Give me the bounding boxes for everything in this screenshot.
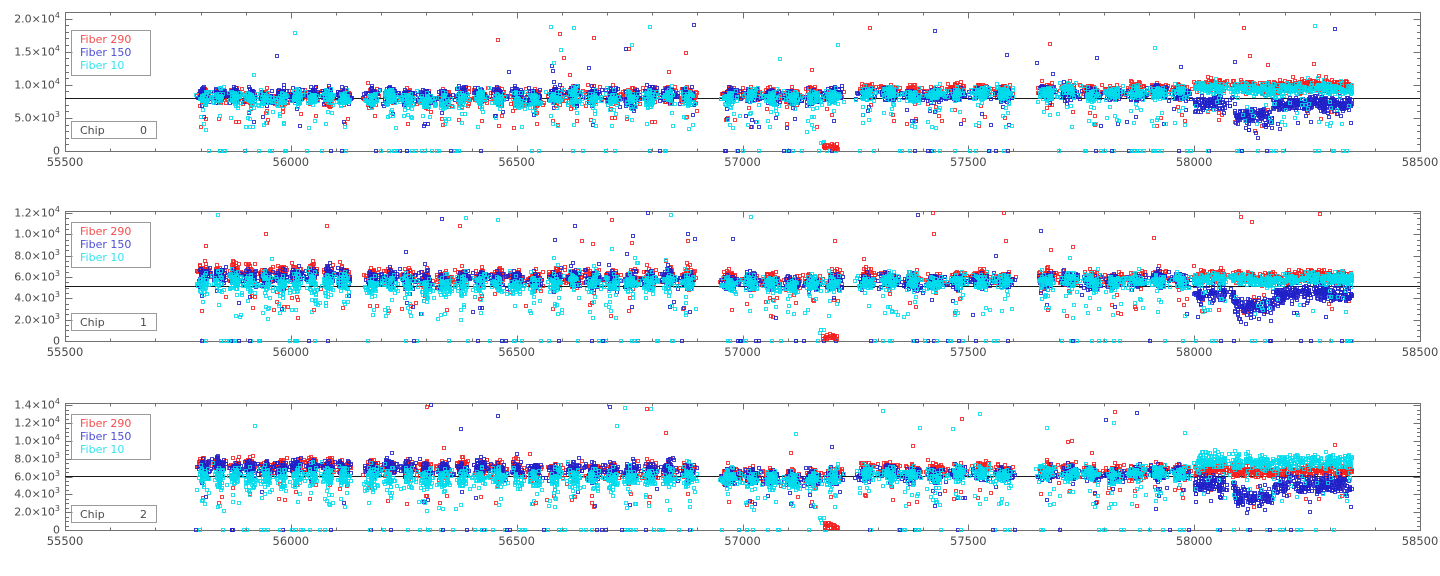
legend-item-fiber-150: Fiber 150 bbox=[80, 238, 150, 251]
chip-0-panel: 0 5.0×103 1.0×104 1.5×104 2.0×104 55500 56000 5… bbox=[0, 0, 1440, 192]
chip-label-box: Chip 2 bbox=[71, 505, 157, 523]
x-tick-label: 57500 bbox=[950, 155, 987, 169]
chip-label: Chip bbox=[80, 508, 105, 521]
y-tick-label: 1.0×104 bbox=[14, 228, 60, 241]
y-tick-label: 1.5×104 bbox=[14, 45, 60, 58]
legend-box: Fiber 290 Fiber 150 Fiber 10 bbox=[71, 222, 151, 268]
chip-label-box: Chip 0 bbox=[71, 121, 157, 139]
y-tick-label: 1.0×104 bbox=[14, 434, 60, 447]
x-tick-label: 55500 bbox=[47, 155, 84, 169]
chip-label-box: Chip 1 bbox=[71, 313, 157, 331]
x-tick-label: 57000 bbox=[724, 345, 761, 359]
y-tick-label: 2.0×103 bbox=[14, 313, 60, 326]
x-tick-label: 58000 bbox=[1176, 534, 1213, 548]
legend-item-fiber-290: Fiber 290 bbox=[80, 33, 150, 46]
x-tick-label: 58000 bbox=[1176, 155, 1213, 169]
legend-item-fiber-10: Fiber 10 bbox=[80, 251, 150, 264]
y-tick-label: 6.0×103 bbox=[14, 470, 60, 483]
x-tick-label: 58500 bbox=[1402, 155, 1439, 169]
x-tick-label: 56500 bbox=[498, 345, 535, 359]
legend-item-fiber-290: Fiber 290 bbox=[80, 417, 150, 430]
y-tick-label: 4.0×103 bbox=[14, 292, 60, 305]
legend-item-fiber-10: Fiber 10 bbox=[80, 443, 150, 456]
x-tick-label: 56000 bbox=[273, 534, 310, 548]
x-tick-label: 58000 bbox=[1176, 345, 1213, 359]
x-tick-label: 56000 bbox=[273, 155, 310, 169]
x-tick-label: 57000 bbox=[724, 155, 761, 169]
chip-1-panel: 02.0×1034.0×1036.0×1038.0×1031.0×1041.2×… bbox=[0, 192, 1440, 384]
y-tick-label: 1.2×104 bbox=[14, 207, 60, 220]
chip-label: Chip bbox=[80, 124, 105, 137]
y-tick-label: 2.0×103 bbox=[14, 506, 60, 519]
x-tick-label: 58500 bbox=[1402, 534, 1439, 548]
y-tick-label: 2.0×104 bbox=[14, 12, 60, 25]
x-tick-label: 58500 bbox=[1402, 345, 1439, 359]
y-tick-label: 1.0×104 bbox=[14, 78, 60, 91]
chip-2-panel: 02.0×1034.0×1036.0×1038.0×1031.0×1041.2×… bbox=[0, 384, 1440, 576]
y-tick-label: 1.4×104 bbox=[14, 399, 60, 412]
x-tick-label: 57500 bbox=[950, 534, 987, 548]
fiber-flux-vs-mjd-figure: 0 5.0×103 1.0×104 1.5×104 2.0×104 55500 56000 5… bbox=[0, 0, 1440, 576]
y-tick-label: 1.2×104 bbox=[14, 417, 60, 430]
x-tick-label: 57000 bbox=[724, 534, 761, 548]
y-tick-label: 8.0×103 bbox=[14, 452, 60, 465]
legend-item-fiber-150: Fiber 150 bbox=[80, 430, 150, 443]
legend-item-fiber-10: Fiber 10 bbox=[80, 59, 150, 72]
chip-number: 2 bbox=[140, 508, 147, 521]
chip-0-scatter-plot bbox=[0, 0, 1440, 192]
y-tick-label: 8.0×103 bbox=[14, 249, 60, 262]
legend-box: Fiber 290 Fiber 150 Fiber 10 bbox=[71, 414, 151, 460]
y-tick-label: 5.0×103 bbox=[14, 111, 60, 124]
y-tick-label: 4.0×103 bbox=[14, 488, 60, 501]
x-tick-label: 57500 bbox=[950, 345, 987, 359]
legend-item-fiber-290: Fiber 290 bbox=[80, 225, 150, 238]
x-tick-label: 55500 bbox=[47, 534, 84, 548]
legend-item-fiber-150: Fiber 150 bbox=[80, 46, 150, 59]
chip-2-scatter-plot bbox=[0, 384, 1440, 576]
legend-box: Fiber 290 Fiber 150 Fiber 10 bbox=[71, 30, 151, 76]
x-tick-label: 55500 bbox=[47, 345, 84, 359]
x-tick-label: 56000 bbox=[273, 345, 310, 359]
chip-label: Chip bbox=[80, 316, 105, 329]
chip-1-scatter-plot bbox=[0, 192, 1440, 384]
chip-number: 0 bbox=[140, 124, 147, 137]
x-tick-label: 56500 bbox=[498, 155, 535, 169]
x-tick-label: 56500 bbox=[498, 534, 535, 548]
y-tick-label: 6.0×103 bbox=[14, 271, 60, 284]
chip-number: 1 bbox=[140, 316, 147, 329]
